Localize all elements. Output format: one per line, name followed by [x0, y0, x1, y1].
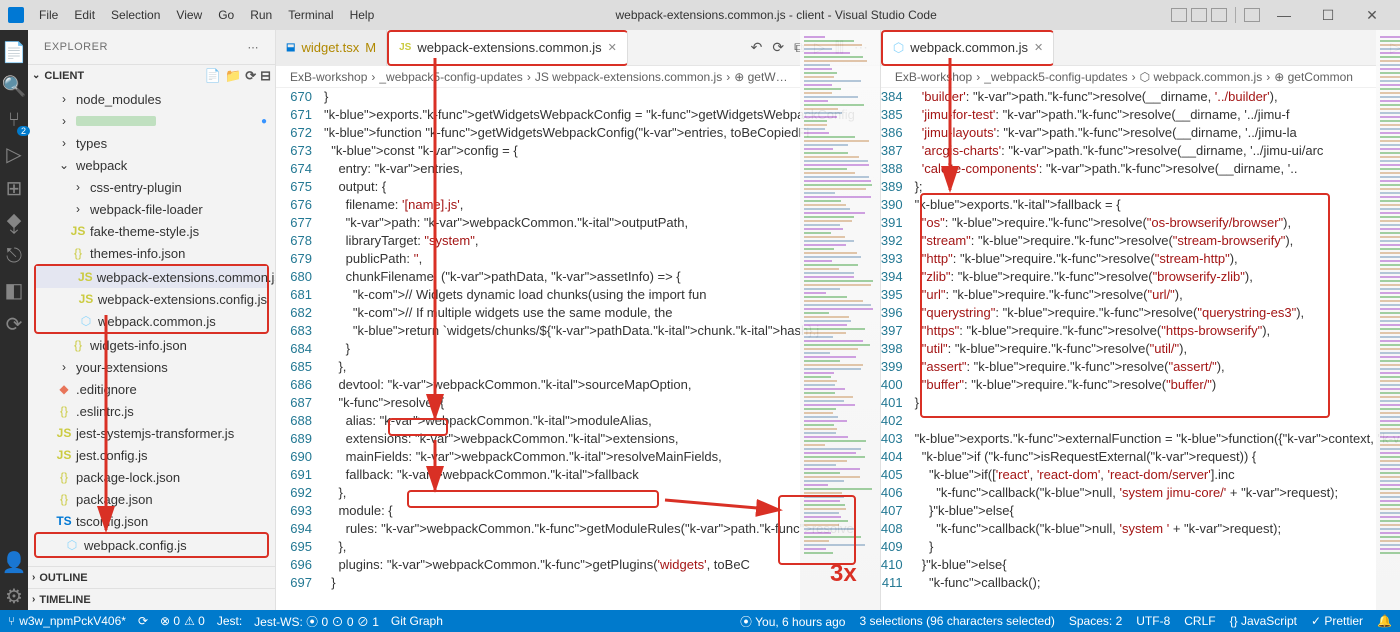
menu-view[interactable]: View [169, 4, 209, 26]
tree-item[interactable]: JSfake-theme-style.js [28, 220, 275, 242]
fallback-block-highlight [920, 193, 1330, 418]
tree-item[interactable]: ⬡webpack.config.js [36, 534, 267, 556]
menu-run[interactable]: Run [243, 4, 279, 26]
fallback-highlight [407, 490, 659, 508]
close-button[interactable]: ✕ [1352, 7, 1392, 24]
history-icon[interactable]: ↶ [751, 39, 763, 56]
tab-widget-tsx[interactable]: ⬓widget.tsx M [276, 30, 387, 66]
minimap-right[interactable] [1376, 30, 1400, 610]
layout-icon[interactable] [1244, 8, 1260, 22]
source-control-icon[interactable]: ⑂2 [0, 106, 28, 134]
eol-status[interactable]: CRLF [1184, 614, 1215, 628]
collapse-icon[interactable]: ⊟ [260, 68, 271, 84]
jest-status[interactable]: Jest: [217, 614, 242, 628]
account-icon[interactable]: 👤 [0, 548, 28, 576]
tree-item[interactable]: ›webpack-file-loader [28, 198, 275, 220]
tree-item[interactable]: JSjest.config.js [28, 444, 275, 466]
menu-edit[interactable]: Edit [67, 4, 102, 26]
status-bar: ⑂ w3w_npmPckV406* ⟳ ⊗ 0 ⚠ 0 Jest: Jest-W… [0, 610, 1400, 632]
tree-item[interactable]: ⌄webpack [28, 154, 275, 176]
tree-item[interactable]: JSjest-systemjs-transformer.js [28, 422, 275, 444]
tab-webpack-common[interactable]: ⬡webpack.common.js✕ [881, 30, 1054, 66]
tree-item[interactable]: {}widgets-info.json [28, 334, 275, 356]
selection-status[interactable]: 3 selections (96 characters selected) [859, 614, 1054, 628]
minimap-highlight [778, 495, 856, 565]
encoding-status[interactable]: UTF-8 [1136, 614, 1170, 628]
vscode-icon [8, 7, 24, 23]
tree-item[interactable]: ›your-extensions [28, 356, 275, 378]
docker-icon[interactable]: ◧ [0, 276, 28, 304]
sync-status[interactable]: ⟳ [138, 614, 148, 628]
branch-status[interactable]: ⑂ w3w_npmPckV406* [8, 614, 126, 628]
menu-go[interactable]: Go [211, 4, 241, 26]
tree-item[interactable]: ›node_modules [28, 88, 275, 110]
refresh-icon[interactable]: ⟳ [245, 68, 256, 84]
tree-item[interactable]: {}themes-info.json [28, 242, 275, 264]
breadcrumb-right[interactable]: ExB-workshop› _webpack5-config-updates› … [881, 66, 1400, 88]
spaces-status[interactable]: Spaces: 2 [1069, 614, 1122, 628]
refresh-icon[interactable]: ⟳ [772, 39, 784, 56]
breadcrumb-left[interactable]: ExB-workshop› _webpack5-config-updates› … [276, 66, 880, 88]
problems-status[interactable]: ⊗ 0 ⚠ 0 [160, 614, 205, 628]
testing-icon[interactable]: ⧪ [0, 208, 28, 236]
title-bar: File Edit Selection View Go Run Terminal… [0, 0, 1400, 30]
menu-selection[interactable]: Selection [104, 4, 167, 26]
tree-item[interactable]: {}package-lock.json [28, 466, 275, 488]
tree-item[interactable]: {}package.json [28, 488, 275, 510]
explorer-sidebar: EXPLORER⋯ ⌄CLIENT 📄 📁 ⟳ ⊟ ›node_modules›… [28, 30, 276, 610]
tree-item[interactable]: {}.eslintrc.js [28, 400, 275, 422]
live-share-icon[interactable]: ⟳ [0, 310, 28, 338]
new-file-icon[interactable]: 📄 [205, 68, 221, 84]
tree-item[interactable]: ›types [28, 132, 275, 154]
activity-bar: 📄 🔍 ⑂2 ▷ ⊞ ⧪ ⎋ ◧ ⟳ 👤 ⚙ [0, 30, 28, 610]
tree-item[interactable]: JSwebpack-extensions.config.js [36, 288, 267, 310]
timeline-section[interactable]: ›TIMELINE [28, 588, 275, 610]
git-graph-status[interactable]: Git Graph [391, 614, 443, 628]
run-debug-icon[interactable]: ▷ [0, 140, 28, 168]
annotation-3x: 3x [830, 560, 857, 588]
outline-section[interactable]: ›OUTLINE [28, 566, 275, 588]
menu-bar: File Edit Selection View Go Run Terminal… [32, 4, 381, 26]
more-icon[interactable]: ⋯ [248, 41, 260, 54]
window-title: webpack-extensions.common.js - client - … [381, 8, 1171, 22]
tree-item[interactable]: ›css-entry-plugin [28, 176, 275, 198]
close-tab-icon[interactable]: ✕ [608, 41, 617, 54]
notifications-icon[interactable]: 🔔 [1377, 614, 1392, 628]
tree-item[interactable]: ◆.editignore [28, 378, 275, 400]
explorer-header: EXPLORER⋯ [28, 30, 275, 64]
minimize-button[interactable]: — [1264, 7, 1304, 23]
file-tree: ›node_modules›●›types⌄webpack›css-entry-… [28, 86, 275, 566]
extensions-icon[interactable]: ⊞ [0, 174, 28, 202]
tree-item[interactable]: ›● [28, 110, 275, 132]
settings-icon[interactable]: ⚙ [0, 582, 28, 610]
tab-bar-left: ⬓widget.tsx M JSwebpack-extensions.commo… [276, 30, 880, 66]
tree-item[interactable]: JSwebpack-extensions.common.js [36, 266, 267, 288]
tree-item[interactable]: TStsconfig.json [28, 510, 275, 532]
new-folder-icon[interactable]: 📁 [225, 68, 241, 84]
blame-status[interactable]: ⦿ You, 6 hours ago [740, 613, 845, 630]
jest-ws-status[interactable]: Jest-WS: ⦿ 0 ⊙ 0 ⊘ 1 [254, 613, 379, 630]
search-icon[interactable]: 🔍 [0, 72, 28, 100]
tab-webpack-extensions[interactable]: JSwebpack-extensions.common.js✕ [387, 30, 628, 66]
window-controls: — ☐ ✕ [1171, 7, 1392, 24]
menu-help[interactable]: Help [343, 4, 382, 26]
resolve-highlight [388, 418, 448, 436]
tree-item[interactable]: ⬡webpack.common.js [36, 310, 267, 332]
prettier-status[interactable]: ✓ Prettier [1311, 614, 1363, 628]
explorer-icon[interactable]: 📄 [0, 38, 28, 66]
language-status[interactable]: {} JavaScript [1230, 614, 1297, 628]
folder-section[interactable]: ⌄CLIENT 📄 📁 ⟳ ⊟ [28, 64, 275, 86]
menu-file[interactable]: File [32, 4, 65, 26]
layout-icon[interactable] [1191, 8, 1207, 22]
maximize-button[interactable]: ☐ [1308, 7, 1348, 24]
layout-icon[interactable] [1171, 8, 1187, 22]
layout-icon[interactable] [1211, 8, 1227, 22]
close-tab-icon[interactable]: ✕ [1034, 41, 1043, 54]
remote-icon[interactable]: ⎋ [0, 242, 28, 270]
tab-bar-right: ⬡webpack.common.js✕ ▷ ⫿⫿ ⋯ [881, 30, 1400, 66]
menu-terminal[interactable]: Terminal [281, 4, 340, 26]
